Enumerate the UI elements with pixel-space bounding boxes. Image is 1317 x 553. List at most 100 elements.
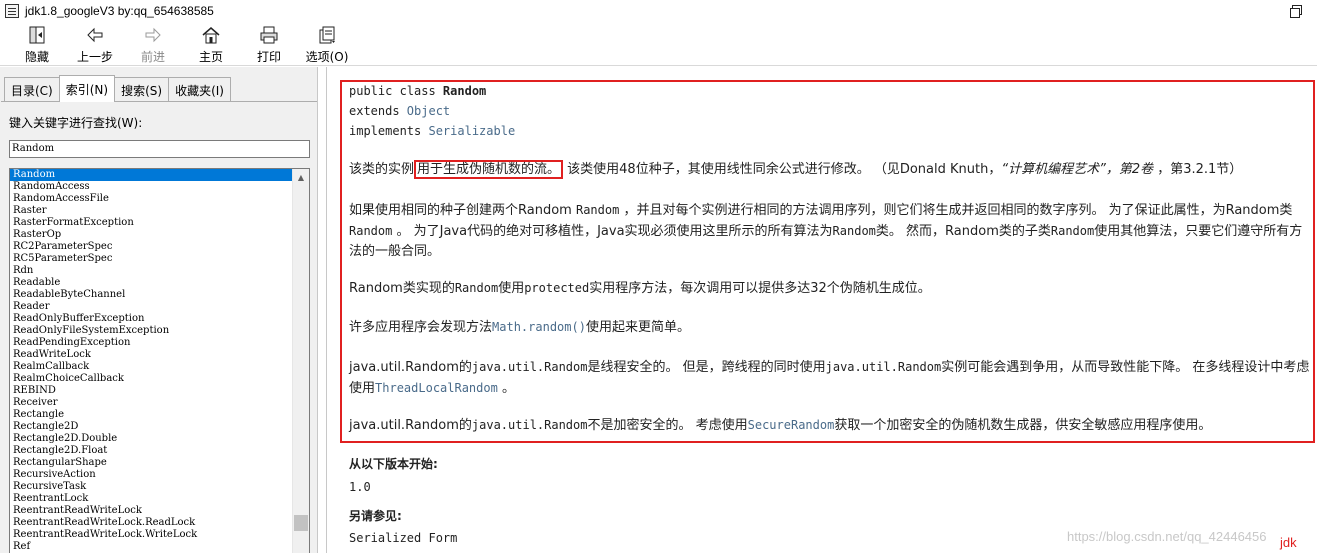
extends-line: extends Object — [349, 104, 450, 118]
p5-text-d: 。 — [497, 381, 515, 396]
list-item[interactable]: ReadPendingException — [10, 337, 293, 349]
scroll-up-icon[interactable]: ▲ — [293, 169, 309, 185]
list-item[interactable]: RasterFormatException — [10, 217, 293, 229]
window-title: jdk1.8_googleV3 by:qq_654638585 — [25, 4, 214, 18]
decl-keyword: public class — [349, 84, 443, 98]
tab-search[interactable]: 搜索(S) — [114, 77, 170, 102]
list-item[interactable]: ReadableByteChannel — [10, 289, 293, 301]
description-paragraph-6: java.util.Random的java.util.Random不是加密安全的… — [349, 415, 1311, 436]
tab-favorites[interactable]: 收藏夹(I) — [168, 77, 231, 102]
home-button[interactable]: 主页 — [182, 22, 240, 64]
list-item[interactable]: RandomAccess — [10, 181, 293, 193]
threadlocalrandom-link[interactable]: ThreadLocalRandom — [375, 381, 498, 395]
p5-text-a: java.util.Random的 — [349, 360, 472, 375]
forward-button[interactable]: 前进 — [124, 22, 182, 64]
list-item[interactable]: RealmChoiceCallback — [10, 373, 293, 385]
implements-keyword: implements — [349, 124, 429, 138]
description-paragraph-3: Random类实现的Random使用protected实用程序方法，每次调用可以… — [349, 278, 1311, 299]
list-item[interactable]: ReadOnlyBufferException — [10, 313, 293, 325]
p3-text-c: 实用程序方法，每次调用可以提供多达32个伪随机生成位。 — [589, 281, 931, 296]
list-item[interactable]: Raster — [10, 205, 293, 217]
p2-text-a: 如果使用相同的种子创建两个Random — [349, 203, 576, 218]
list-item[interactable]: ReadOnlyFileSystemException — [10, 325, 293, 337]
serialized-form-link[interactable]: Serialized Form — [349, 531, 457, 545]
description-paragraph-2: 如果使用相同的种子创建两个Random Random ，并且对每个实例进行相同的… — [349, 200, 1311, 262]
home-label: 主页 — [198, 50, 223, 64]
back-button[interactable]: 上一步 — [66, 22, 124, 64]
navigation-pane: 目录(C) 索引(N) 搜索(S) 收藏夹(I) 键入关键字进行查找(W): R… — [0, 67, 318, 553]
securerandom-link[interactable]: SecureRandom — [748, 418, 835, 432]
p4-text-a: 许多应用程序会发现方法 — [349, 320, 493, 335]
tab-index[interactable]: 索引(N) — [58, 75, 116, 102]
list-item[interactable]: Ref — [10, 541, 293, 553]
hide-button[interactable]: 隐藏 — [8, 22, 66, 64]
jdk-annotation: jdk — [1280, 535, 1297, 550]
print-button[interactable]: 打印 — [240, 22, 298, 64]
list-item[interactable]: Rectangle2D — [10, 421, 293, 433]
options-label: 选项(O) — [305, 50, 349, 64]
p1-text-b: 该类使用48位种子，其使用线性同余公式进行修改。 （见Donald Knuth， — [563, 162, 1002, 177]
list-item[interactable]: ReentrantReadWriteLock.ReadLock — [10, 517, 293, 529]
list-item[interactable]: Rectangle2D.Double — [10, 433, 293, 445]
tab-contents[interactable]: 目录(C) — [4, 77, 60, 102]
p6-code-1: java.util.Random — [471, 418, 588, 432]
p5-code-1: java.util.Random — [471, 360, 588, 374]
list-item[interactable]: Rdn — [10, 265, 293, 277]
watermark: https://blog.csdn.net/qq_42446456 — [1067, 529, 1267, 544]
list-item[interactable]: Rectangle2D.Float — [10, 445, 293, 457]
list-item[interactable]: Random — [10, 169, 293, 181]
toolbar: 隐藏 上一步 前进 主页 打印 选项(O) — [0, 22, 1317, 66]
list-item[interactable]: Readable — [10, 277, 293, 289]
list-item[interactable]: RealmCallback — [10, 361, 293, 373]
back-label: 上一步 — [76, 50, 113, 64]
index-list-scrollbar[interactable]: ▲ — [292, 169, 309, 553]
list-item[interactable]: ReentrantReadWriteLock.WriteLock — [10, 529, 293, 541]
list-item[interactable]: ReentrantReadWriteLock — [10, 505, 293, 517]
p1-italic: “计算机编程艺术”，第2卷 — [1001, 162, 1154, 177]
p2-text-c: 。 为了Java代码的绝对可移植性，Java实现必须使用这里所示的所有算法为 — [392, 224, 833, 239]
serializable-link[interactable]: Serializable — [428, 124, 515, 138]
highlighted-phrase: 用于生成伪随机数的流。 — [414, 160, 564, 179]
list-item[interactable]: Receiver — [10, 397, 293, 409]
list-item[interactable]: RectangularShape — [10, 457, 293, 469]
extends-keyword: extends — [349, 104, 407, 118]
list-item[interactable]: ReentrantLock — [10, 493, 293, 505]
p2-text-d: 类。 然而，Random类的子类 — [875, 224, 1051, 239]
p3-text-b: 使用 — [498, 281, 525, 296]
list-item[interactable]: RasterOp — [10, 229, 293, 241]
restore-window-button[interactable] — [1289, 4, 1303, 18]
math-random-link[interactable]: Math.random() — [492, 320, 586, 334]
forward-arrow-icon — [143, 25, 163, 45]
since-label: 从以下版本开始: — [349, 457, 438, 471]
print-icon — [259, 25, 279, 45]
list-item[interactable]: RC2ParameterSpec — [10, 241, 293, 253]
list-item[interactable]: RecursiveAction — [10, 469, 293, 481]
keyword-input[interactable]: Random — [9, 140, 310, 158]
see-also-label: 另请参见: — [349, 509, 402, 523]
implements-line: implements Serializable — [349, 124, 515, 138]
p1-text-c: ，第3.2.1节） — [1153, 162, 1243, 177]
scroll-thumb[interactable] — [294, 515, 308, 531]
p6-text-b: 不是加密安全的。 考虑使用 — [587, 418, 748, 433]
p5-text-b: 是线程安全的。 但是，跨线程的同时使用 — [587, 360, 826, 375]
list-item[interactable]: Reader — [10, 301, 293, 313]
list-item[interactable]: ReadWriteLock — [10, 349, 293, 361]
list-item[interactable]: RandomAccessFile — [10, 193, 293, 205]
p3-code-1: Random — [454, 281, 499, 295]
index-list[interactable]: Random RandomAccess RandomAccessFile Raster… — [9, 168, 310, 553]
p2-code-3: Random — [832, 224, 876, 238]
p6-text-c: 获取一个加密安全的伪随机数生成器，供安全敏感应用程序使用。 — [834, 418, 1212, 433]
list-item[interactable]: Rectangle — [10, 409, 293, 421]
list-item[interactable]: REBIND — [10, 385, 293, 397]
p5-code-2: java.util.Random — [825, 360, 942, 374]
index-list-items: Random RandomAccess RandomAccessFile Raster… — [10, 169, 293, 553]
object-link[interactable]: Object — [407, 104, 450, 118]
since-value: 1.0 — [349, 480, 371, 494]
title-bar: jdk1.8_googleV3 by:qq_654638585 — [0, 0, 1317, 22]
list-item[interactable]: RC5ParameterSpec — [10, 253, 293, 265]
list-item[interactable]: RecursiveTask — [10, 481, 293, 493]
print-label: 打印 — [256, 50, 281, 64]
p3-text-a: Random类实现的 — [349, 281, 455, 296]
options-button[interactable]: 选项(O) — [298, 22, 356, 64]
p2-text-b: ，并且对每个实例进行相同的方法调用序列，则它们将生成并返回相同的数字序列。 为了… — [619, 203, 1293, 218]
